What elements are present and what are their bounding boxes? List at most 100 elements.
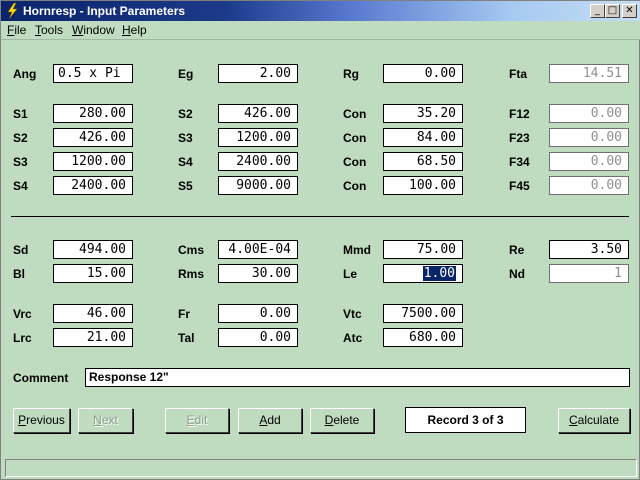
maximize-button[interactable]: □: [605, 4, 620, 18]
s4-value: 2400.00: [236, 154, 291, 169]
label-re: Re: [509, 243, 525, 257]
add-button[interactable]: Add: [238, 408, 302, 433]
label-lrc: Lrc: [13, 331, 32, 345]
window-title: Hornresp - Input Parameters: [23, 4, 186, 18]
s2-field[interactable]: 426.00: [53, 128, 133, 147]
record-indicator: Record 3 of 3: [405, 407, 526, 433]
mmd-value: 75.00: [416, 242, 456, 257]
nd-field: 1: [549, 264, 629, 283]
sd-field[interactable]: 494.00: [53, 240, 133, 259]
label-atc: Atc: [343, 331, 363, 345]
eg-value: 2.00: [259, 66, 291, 81]
bl-value: 15.00: [86, 266, 126, 281]
label-fta: Fta: [509, 67, 527, 81]
mmd-field[interactable]: 75.00: [383, 240, 463, 259]
f12-field: 0.00: [549, 104, 629, 123]
menu-window[interactable]: Window: [72, 23, 115, 37]
close-button[interactable]: ✕: [622, 4, 637, 18]
con-field[interactable]: 100.00: [383, 176, 463, 195]
con-field[interactable]: 68.50: [383, 152, 463, 171]
le-value: 1.00: [422, 266, 456, 281]
fr-value: 0.00: [259, 306, 291, 321]
tal-field[interactable]: 0.00: [218, 328, 298, 347]
label-f23: F23: [509, 131, 530, 145]
rms-field[interactable]: 30.00: [218, 264, 298, 283]
re-field[interactable]: 3.50: [549, 240, 629, 259]
s1-value: 280.00: [79, 106, 126, 121]
label-cms: Cms: [178, 243, 205, 257]
con-field[interactable]: 35.20: [383, 104, 463, 123]
s1-field[interactable]: 280.00: [53, 104, 133, 123]
menu-tools[interactable]: Tools: [35, 23, 63, 37]
comment-input[interactable]: Response 12": [85, 368, 630, 387]
con-value: 68.50: [416, 154, 456, 169]
con-field[interactable]: 84.00: [383, 128, 463, 147]
lrc-field[interactable]: 21.00: [53, 328, 133, 347]
maximize-icon: □: [607, 5, 618, 16]
label-sd: Sd: [13, 243, 29, 257]
minimize-icon: _: [595, 5, 600, 16]
label-s4: S4: [178, 155, 193, 169]
vtc-field[interactable]: 7500.00: [383, 304, 463, 323]
menu-help[interactable]: Help: [122, 23, 147, 37]
label-con: Con: [343, 179, 367, 193]
f34-field: 0.00: [549, 152, 629, 171]
delete-button[interactable]: Delete: [310, 408, 374, 433]
vrc-field[interactable]: 46.00: [53, 304, 133, 323]
con-value: 100.00: [409, 178, 456, 193]
cms-field[interactable]: 4.00E-04: [218, 240, 298, 259]
lrc-value: 21.00: [86, 330, 126, 345]
next-button[interactable]: Next: [78, 408, 133, 433]
f45-value: 0.00: [590, 178, 622, 193]
s2-field[interactable]: 426.00: [218, 104, 298, 123]
menu-file[interactable]: File: [7, 23, 26, 37]
label-fr: Fr: [178, 307, 190, 321]
s4-value: 2400.00: [71, 178, 126, 193]
tal-value: 0.00: [259, 330, 291, 345]
s4-field[interactable]: 2400.00: [218, 152, 298, 171]
vrc-value: 46.00: [86, 306, 126, 321]
label-s1: S1: [13, 107, 28, 121]
label-f34: F34: [509, 155, 530, 169]
ang-value: 0.5 x Pi: [58, 66, 121, 81]
label-le: Le: [343, 267, 358, 281]
bl-field[interactable]: 15.00: [53, 264, 133, 283]
ang-field[interactable]: 0.5 x Pi: [53, 64, 133, 83]
label-rg: Rg: [343, 67, 359, 81]
vtc-value: 7500.00: [401, 306, 456, 321]
le-field[interactable]: 1.00: [383, 264, 463, 283]
label-s3: S3: [13, 155, 28, 169]
s3-field[interactable]: 1200.00: [218, 128, 298, 147]
label-nd: Nd: [509, 267, 525, 281]
f23-value: 0.00: [590, 130, 622, 145]
minimize-button[interactable]: _: [590, 4, 605, 18]
label-vrc: Vrc: [13, 307, 32, 321]
cms-value: 4.00E-04: [228, 242, 291, 257]
menu-bar: File Tools Window Help: [1, 21, 640, 40]
edit-button[interactable]: Edit: [165, 408, 229, 433]
label-vtc: Vtc: [343, 307, 362, 321]
rg-field[interactable]: 0.00: [383, 64, 463, 83]
s4-field[interactable]: 2400.00: [53, 176, 133, 195]
f12-value: 0.00: [590, 106, 622, 121]
s5-field[interactable]: 9000.00: [218, 176, 298, 195]
eg-field[interactable]: 2.00: [218, 64, 298, 83]
label-con: Con: [343, 131, 367, 145]
calculate-button[interactable]: Calculate: [558, 408, 630, 433]
main-window: Hornresp - Input Parameters _ □ ✕ File T…: [0, 0, 640, 480]
s2-value: 426.00: [244, 106, 291, 121]
label-rms: Rms: [178, 267, 205, 281]
label-bl: Bl: [13, 267, 25, 281]
fr-field[interactable]: 0.00: [218, 304, 298, 323]
atc-field[interactable]: 680.00: [383, 328, 463, 347]
label-ang: Ang: [13, 67, 37, 81]
label-s5: S5: [178, 179, 193, 193]
sd-value: 494.00: [79, 242, 126, 257]
label-f45: F45: [509, 179, 530, 193]
s3-field[interactable]: 1200.00: [53, 152, 133, 171]
s2-value: 426.00: [79, 130, 126, 145]
previous-button[interactable]: Previous: [13, 408, 70, 433]
label-eg: Eg: [178, 67, 194, 81]
label-tal: Tal: [178, 331, 195, 345]
title-bar[interactable]: Hornresp - Input Parameters _ □ ✕: [1, 1, 640, 21]
